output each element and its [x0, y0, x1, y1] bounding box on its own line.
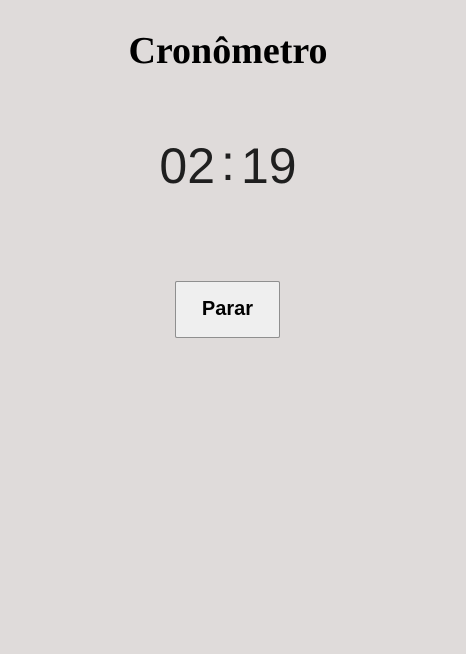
- stopwatch-page: Cronômetro 02 : 19 Parar: [0, 0, 466, 654]
- seconds-value: 19: [240, 138, 297, 194]
- time-display: 02 : 19: [0, 135, 456, 196]
- minutes-value: 02: [159, 138, 216, 194]
- stop-button[interactable]: Parar: [175, 281, 280, 338]
- page-title: Cronômetro: [128, 30, 328, 72]
- time-separator: :: [221, 135, 235, 191]
